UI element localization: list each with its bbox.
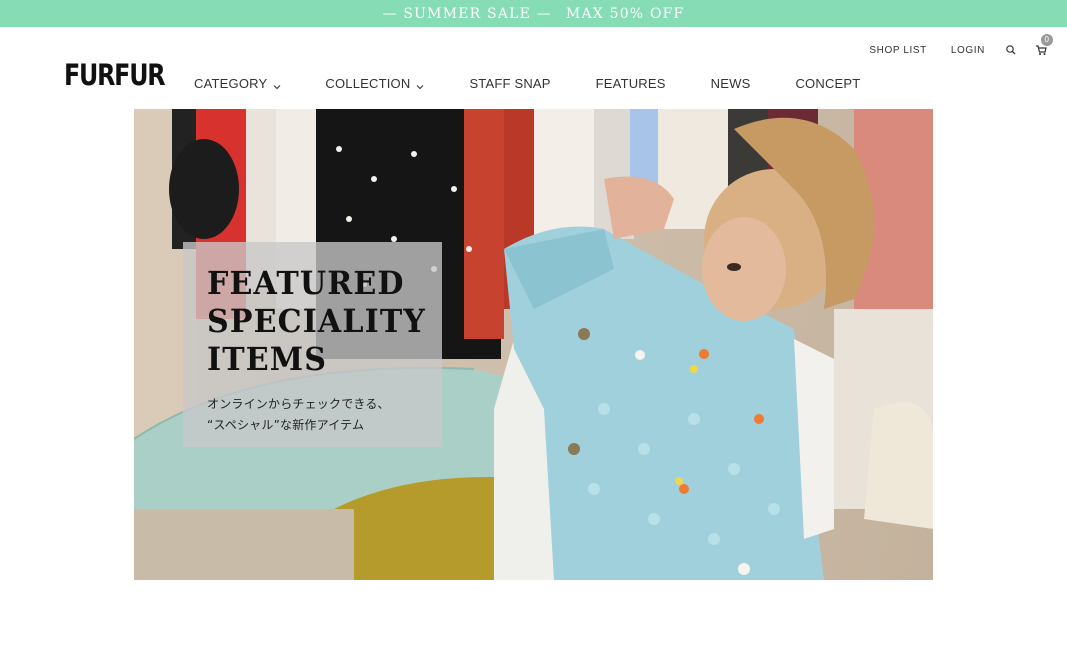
nav-item-label: FEATURES — [595, 75, 666, 91]
promo-text-sale: — SUMMER SALE — — [382, 5, 552, 22]
nav-item-label: CATEGORY — [194, 75, 268, 91]
nav-item-label: STAFF SNAP — [469, 75, 551, 91]
nav-item-label: COLLECTION — [325, 75, 411, 91]
promo-banner[interactable]: — SUMMER SALE — MAX 50% OFF — [0, 0, 1067, 27]
chevron-down-icon — [273, 79, 281, 90]
search-icon[interactable] — [1005, 44, 1017, 56]
nav-item-category[interactable]: CATEGORY — [194, 76, 281, 91]
promo-text-discount: MAX 50% OFF — [565, 5, 685, 22]
hero-subtitle: オンラインからチェックできる、 “スペシャル”な新作アイテム — [207, 397, 390, 432]
login-link[interactable]: LOGIN — [951, 45, 985, 56]
nav-item-concept[interactable]: CONCEPT — [795, 76, 860, 91]
nav-item-staff-snap[interactable]: STAFF SNAP — [469, 76, 550, 91]
cart-count-badge: 0 — [1041, 34, 1053, 46]
chevron-down-icon — [416, 79, 424, 90]
utility-nav: SHOP LIST LOGIN 0 — [845, 34, 1053, 60]
hero-title: FEATURED SPECIALITY ITEMS — [207, 264, 426, 378]
cart-button[interactable]: 0 — [1035, 34, 1053, 56]
main-nav: CATEGORY COLLECTION STAFF SNAP FEATURES … — [194, 74, 860, 92]
site-logo[interactable]: FURFUR — [64, 58, 166, 92]
shop-list-link[interactable]: SHOP LIST — [869, 45, 926, 56]
nav-item-collection[interactable]: COLLECTION — [325, 76, 424, 91]
nav-item-news[interactable]: NEWS — [711, 76, 751, 91]
hero-caption-box: FEATURED SPECIALITY ITEMS オンラインからチェックできる… — [183, 242, 442, 447]
nav-item-label: NEWS — [710, 75, 751, 91]
nav-item-label: CONCEPT — [795, 75, 861, 91]
nav-item-features[interactable]: FEATURES — [596, 76, 666, 91]
hero-banner[interactable]: FEATURED SPECIALITY ITEMS オンラインからチェックできる… — [134, 109, 933, 580]
